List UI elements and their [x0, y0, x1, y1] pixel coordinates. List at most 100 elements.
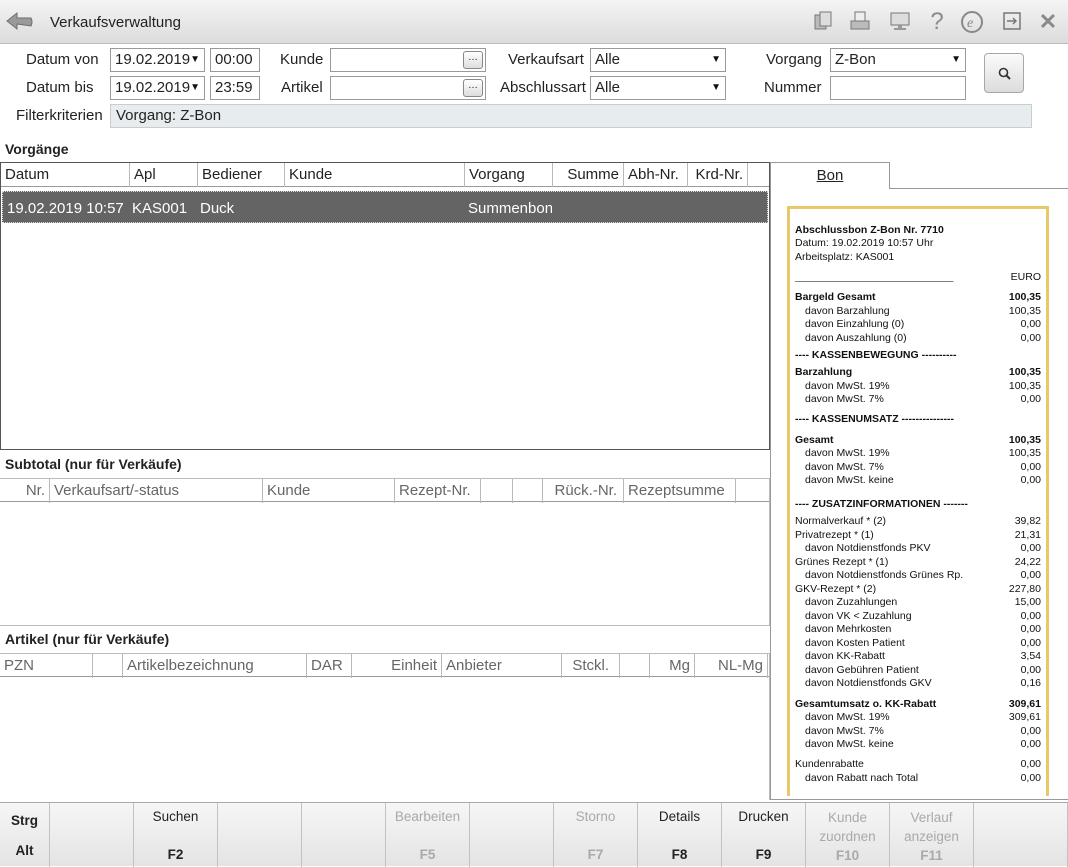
- verkaufsart-select[interactable]: Alle ▼: [590, 48, 726, 72]
- col-vorgang[interactable]: Vorgang: [465, 163, 553, 187]
- receipt-line: ---- ZUSATZINFORMATIONEN -------: [795, 497, 1041, 511]
- receipt-line-label: davon MwSt. 7%: [805, 725, 884, 737]
- col-bediener[interactable]: Bediener: [198, 163, 285, 187]
- col-artikelbezeichnung[interactable]: Artikelbezeichnung: [123, 654, 307, 678]
- nummer-input[interactable]: [830, 76, 966, 100]
- fkey-shortcut: F10: [835, 848, 860, 863]
- col-dar[interactable]: DAR: [307, 654, 352, 678]
- receipt-line: davon Kosten Patient 0,00: [805, 636, 1041, 650]
- receipt-line: Bargeld Gesamt 100,35: [795, 290, 1041, 304]
- chevron-down-icon: ▼: [711, 54, 721, 65]
- receipt-line-value: 309,61: [1008, 698, 1041, 710]
- col-rueck-nr[interactable]: Rück.-Nr.: [543, 479, 624, 503]
- fkey-shortcut: F2: [167, 847, 184, 862]
- vorgang-value: Z-Bon: [835, 51, 876, 68]
- exit-window-icon[interactable]: [1000, 10, 1024, 34]
- back-arrow-icon[interactable]: [5, 9, 35, 33]
- receipt-line: davon Notdienstfonds Grünes Rp. 0,00: [805, 568, 1041, 582]
- browse-dots-icon[interactable]: …: [463, 51, 483, 69]
- fkey-slot-1[interactable]: [50, 803, 134, 867]
- col-rezeptsumme[interactable]: Rezeptsumme: [624, 479, 736, 503]
- col-krd-nr[interactable]: Krd-Nr.: [688, 163, 748, 187]
- tab-bon[interactable]: Bon: [770, 162, 890, 189]
- col-summe[interactable]: Summe: [553, 163, 624, 187]
- col-kunde[interactable]: Kunde: [285, 163, 465, 187]
- col-empty-3[interactable]: [93, 654, 123, 678]
- close-icon[interactable]: ✕: [1036, 10, 1060, 34]
- receipt-line: davon MwSt. keine 0,00: [805, 737, 1041, 751]
- col-empty-4[interactable]: [620, 654, 650, 678]
- fkey-f10[interactable]: Kunde zuordnen F10: [806, 803, 890, 867]
- fkey-slot-12[interactable]: [974, 803, 1068, 867]
- fkey-slot-6[interactable]: [470, 803, 554, 867]
- fkey-slot-3[interactable]: [218, 803, 302, 867]
- fkey-alt[interactable]: Strg Alt: [0, 803, 50, 867]
- receipt-line-label: davon Mehrkosten: [805, 623, 892, 635]
- fkey-f5[interactable]: Bearbeiten F5: [386, 803, 470, 867]
- row-vorgang: Summenbon: [468, 200, 552, 217]
- receipt-line-value: 0,00: [1020, 393, 1041, 405]
- datum-von-select[interactable]: 19.02.2019 ▼: [110, 48, 205, 72]
- artikel-header: PZN Artikelbezeichnung DAR Einheit Anbie…: [0, 653, 769, 678]
- col-einheit[interactable]: Einheit: [352, 654, 442, 678]
- abschlussart-value: Alle: [595, 79, 621, 96]
- kunde-input[interactable]: …: [330, 48, 486, 72]
- col-datum[interactable]: Datum: [1, 163, 130, 187]
- col-apl[interactable]: Apl: [130, 163, 198, 187]
- receipt-line-value: 100,35: [1008, 447, 1041, 459]
- fkey-slot-4[interactable]: [302, 803, 386, 867]
- receipt-line-label: davon Kosten Patient: [805, 637, 905, 649]
- artikel-input[interactable]: …: [330, 76, 486, 100]
- col-kunde[interactable]: Kunde: [263, 479, 395, 503]
- col-empty-1[interactable]: [481, 479, 513, 503]
- browse-dots-icon[interactable]: …: [463, 79, 483, 97]
- search-button[interactable]: [984, 53, 1024, 93]
- col-nl-mg[interactable]: NL-Mg: [695, 654, 768, 678]
- col-nr[interactable]: Nr.: [0, 479, 50, 503]
- filterkriterien-label: Filterkriterien: [16, 107, 103, 124]
- datum-bis-select[interactable]: 19.02.2019 ▼: [110, 76, 205, 100]
- col-empty-2[interactable]: [513, 479, 543, 503]
- vorgang-select[interactable]: Z-Bon ▼: [830, 48, 966, 72]
- col-stckl[interactable]: Stckl.: [562, 654, 620, 678]
- receipt-line-label: davon MwSt. keine: [805, 474, 894, 486]
- fkey-f7[interactable]: Storno F7: [554, 803, 638, 867]
- col-mg[interactable]: Mg: [650, 654, 695, 678]
- col-anbieter[interactable]: Anbieter: [442, 654, 562, 678]
- col-rezept-nr[interactable]: Rezept-Nr.: [395, 479, 481, 503]
- table-row[interactable]: 19.02.2019 10:57 KAS001 Duck Summenbon: [2, 191, 768, 223]
- verkaufsart-label: Verkaufsart: [508, 51, 584, 68]
- receipt-line-label: davon VK < Zuzahlung: [805, 610, 912, 622]
- col-verkaufsart[interactable]: Verkaufsart/-status: [50, 479, 263, 503]
- receipt-line: GKV-Rezept * (2) 227,80: [795, 582, 1041, 596]
- fkey-f8[interactable]: Details F8: [638, 803, 722, 867]
- receipt-line-label: Normalverkauf * (2): [795, 515, 887, 527]
- receipt-line-value: 15,00: [1014, 596, 1041, 608]
- receipt-line: davon MwSt. 7% 0,00: [805, 392, 1041, 406]
- col-abh-nr[interactable]: Abh-Nr.: [624, 163, 688, 187]
- zeit-von-input[interactable]: 00:00: [210, 48, 260, 72]
- zeit-bis-input[interactable]: 23:59: [210, 76, 260, 100]
- fkey-label: Details: [658, 809, 701, 824]
- fkey-f9[interactable]: Drucken F9: [722, 803, 806, 867]
- receipt-line-value: 0,00: [1020, 542, 1041, 554]
- search-icon: [998, 67, 1011, 80]
- e-info-icon[interactable]: e: [960, 10, 984, 34]
- receipt-line: davon Notdienstfonds GKV 0,16: [805, 676, 1041, 690]
- abschlussart-select[interactable]: Alle ▼: [590, 76, 726, 100]
- receipt-line: Privatrezept * (1) 21,31: [795, 528, 1041, 542]
- receipt-line-value: 0,00: [1020, 318, 1041, 330]
- receipt-line: davon Einzahlung (0) 0,00: [805, 317, 1041, 331]
- receipt-line: davon MwSt. 19% 100,35: [805, 446, 1041, 460]
- col-pzn[interactable]: PZN: [0, 654, 93, 678]
- fkey-f2[interactable]: Suchen F2: [134, 803, 218, 867]
- receipt-line-value: 0,00: [1020, 637, 1041, 649]
- fkey-label: Storno: [575, 809, 616, 824]
- tab-bon-label: Bon: [816, 167, 844, 184]
- row-datum: 19.02.2019 10:57: [7, 200, 124, 217]
- printer-icon[interactable]: [848, 10, 872, 34]
- help-icon[interactable]: ?: [925, 10, 949, 34]
- monitor-icon[interactable]: [888, 10, 912, 34]
- copy-pages-icon[interactable]: [811, 10, 835, 34]
- fkey-f11[interactable]: Verlauf anzeigen F11: [890, 803, 974, 867]
